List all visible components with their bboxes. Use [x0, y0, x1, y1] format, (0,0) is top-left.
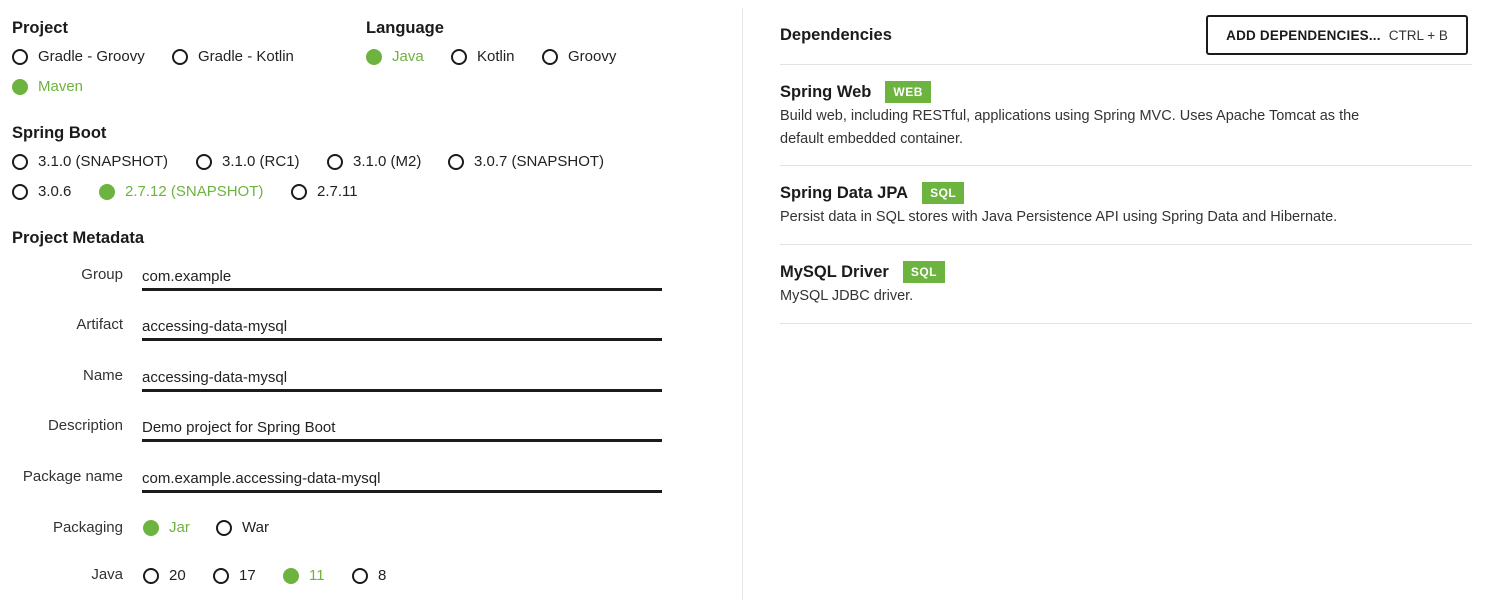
radio-selected-icon [366, 48, 382, 65]
radio-circle-icon [196, 153, 212, 170]
divider-line [780, 165, 1472, 166]
radio-label: Java [392, 48, 424, 65]
radio-boot-3-0-6[interactable]: 3.0.6 [12, 183, 71, 200]
radio-java-20[interactable]: 20 [143, 567, 186, 584]
divider-line [780, 244, 1472, 245]
radio-circle-icon [12, 153, 28, 170]
radio-label: 11 [309, 567, 325, 584]
radio-circle-icon [352, 567, 368, 584]
dependency-description: Persist data in SQL stores with Java Per… [780, 209, 1338, 225]
dependency-description: Build web, including RESTful, applicatio… [780, 108, 1360, 147]
radio-label: 2.7.11 [317, 183, 358, 200]
add-dependencies-button[interactable]: ADD DEPENDENCIES... CTRL + B [1206, 15, 1468, 55]
radio-packaging-jar[interactable]: Jar [143, 519, 190, 536]
radio-boot-3-1-0-snapshot[interactable]: 3.1.0 (SNAPSHOT) [12, 153, 168, 170]
radio-label: 3.0.7 (SNAPSHOT) [474, 153, 605, 170]
radio-label: Kotlin [477, 48, 515, 65]
radio-circle-icon [542, 48, 558, 65]
radio-label: 3.1.0 (RC1) [222, 153, 300, 170]
radio-packaging-war[interactable]: War [216, 519, 269, 536]
radio-circle-icon [213, 567, 229, 584]
radio-kotlin[interactable]: Kotlin [451, 48, 515, 65]
radio-circle-icon [291, 183, 307, 200]
dependency-name: Spring Web [780, 82, 872, 101]
dependency-item-spring-web[interactable]: Spring Web WEB Build web, including REST… [780, 81, 1472, 151]
language-section-title: Language [366, 19, 444, 37]
radio-boot-3-1-0-m2[interactable]: 3.1.0 (M2) [327, 153, 421, 170]
dependency-item-spring-data-jpa[interactable]: Spring Data JPA SQL Persist data in SQL … [780, 182, 1472, 229]
java-version-label: Java [91, 566, 123, 583]
project-options-panel: Project Gradle - Groovy Gradle - Kotlin … [0, 0, 742, 600]
radio-label: 2.7.12 (SNAPSHOT) [125, 183, 264, 200]
radio-circle-icon [172, 48, 188, 65]
description-input[interactable] [142, 415, 662, 442]
dependency-badge: WEB [885, 81, 931, 103]
radio-java[interactable]: Java [366, 48, 424, 65]
radio-circle-icon [12, 183, 28, 200]
radio-maven[interactable]: Maven [12, 78, 83, 95]
description-label: Description [47, 417, 123, 434]
radio-boot-3-0-7-snapshot[interactable]: 3.0.7 (SNAPSHOT) [448, 153, 604, 170]
radio-label: War [242, 519, 269, 536]
radio-gradle-groovy[interactable]: Gradle - Groovy [12, 48, 145, 65]
radio-label: 3.0.6 [38, 183, 72, 200]
radio-label: Jar [169, 519, 190, 536]
radio-selected-icon [143, 519, 159, 536]
radio-label: Groovy [568, 48, 617, 65]
radio-circle-icon [12, 48, 28, 65]
name-input[interactable] [142, 365, 662, 392]
radio-boot-2-7-12-snapshot[interactable]: 2.7.12 (SNAPSHOT) [99, 183, 263, 200]
radio-label: Gradle - Groovy [38, 48, 145, 65]
radio-circle-icon [327, 153, 343, 170]
radio-circle-icon [451, 48, 467, 65]
divider-line [780, 64, 1472, 65]
spring-initializr-page: Project Gradle - Groovy Gradle - Kotlin … [0, 0, 1486, 600]
artifact-input[interactable] [142, 314, 662, 341]
dependency-name: Spring Data JPA [780, 183, 909, 202]
radio-label: 17 [239, 567, 256, 584]
radio-gradle-kotlin[interactable]: Gradle - Kotlin [172, 48, 294, 65]
radio-label: 8 [378, 567, 387, 584]
packaging-label: Packaging [52, 519, 123, 536]
radio-java-11[interactable]: 11 [283, 567, 325, 584]
radio-selected-icon [12, 78, 28, 95]
radio-label: 3.1.0 (M2) [353, 153, 422, 170]
dependency-name: MySQL Driver [780, 262, 889, 281]
dependency-description: MySQL JDBC driver. [780, 288, 914, 304]
divider-line [780, 323, 1472, 324]
project-metadata-section-title: Project Metadata [12, 229, 145, 247]
radio-groovy[interactable]: Groovy [542, 48, 616, 65]
radio-circle-icon [216, 519, 232, 536]
group-label: Group [81, 266, 123, 283]
radio-selected-icon [283, 567, 299, 584]
package-name-input[interactable] [142, 466, 662, 493]
group-input[interactable] [142, 264, 662, 291]
radio-selected-icon [99, 183, 115, 200]
artifact-label: Artifact [76, 316, 123, 333]
name-label: Name [82, 367, 123, 384]
radio-java-17[interactable]: 17 [213, 567, 256, 584]
radio-boot-2-7-11[interactable]: 2.7.11 [291, 183, 358, 200]
radio-label: 20 [169, 567, 186, 584]
dependency-item-mysql-driver[interactable]: MySQL Driver SQL MySQL JDBC driver. [780, 261, 1472, 308]
keyboard-shortcut-hint: CTRL + B [1388, 27, 1448, 43]
radio-label: Gradle - Kotlin [198, 48, 294, 65]
project-section-title: Project [12, 19, 68, 37]
dependency-badge: SQL [902, 261, 945, 283]
dependency-badge: SQL [922, 182, 965, 204]
dependencies-panel: Dependencies ADD DEPENDENCIES... CTRL + … [743, 0, 1486, 600]
radio-label: Maven [38, 78, 84, 95]
radio-java-8[interactable]: 8 [352, 567, 386, 584]
radio-label: 3.1.0 (SNAPSHOT) [38, 153, 169, 170]
add-dependencies-label: ADD DEPENDENCIES... [1226, 27, 1381, 43]
radio-circle-icon [143, 567, 159, 584]
radio-circle-icon [448, 153, 464, 170]
package-name-label: Package name [22, 468, 123, 485]
radio-boot-3-1-0-rc1[interactable]: 3.1.0 (RC1) [196, 153, 300, 170]
dependencies-title: Dependencies [780, 26, 892, 44]
spring-boot-section-title: Spring Boot [12, 124, 107, 142]
